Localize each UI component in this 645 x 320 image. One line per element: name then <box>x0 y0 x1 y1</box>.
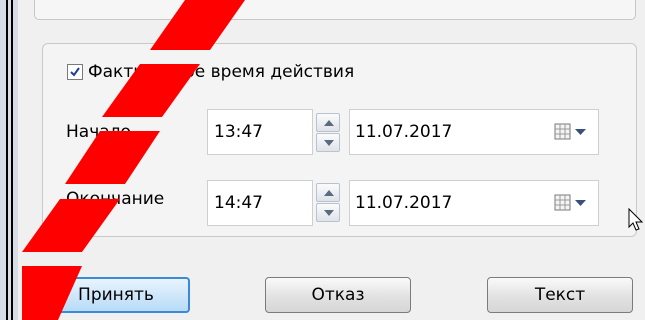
checkmark-icon <box>70 67 80 77</box>
start-time-down-button[interactable] <box>316 133 340 152</box>
spin-up-icon <box>324 190 334 196</box>
end-time-value: 14:47 <box>214 193 263 213</box>
mouse-cursor-icon <box>628 208 644 231</box>
end-time-spinner[interactable] <box>316 183 340 223</box>
actual-time-label: Фактическое время действия <box>88 62 355 82</box>
start-time-up-button[interactable] <box>316 113 340 132</box>
calendar-icon[interactable] <box>554 194 588 212</box>
window-edge <box>0 0 18 320</box>
top-panel <box>34 0 636 20</box>
start-date-input[interactable]: 11.07.2017 <box>349 109 599 155</box>
calendar-icon[interactable] <box>554 123 588 141</box>
start-label: Начало <box>66 122 131 142</box>
dropdown-arrow-icon <box>575 129 586 135</box>
end-date-value: 11.07.2017 <box>355 193 453 213</box>
end-label: Окончание <box>66 189 165 209</box>
end-time-down-button[interactable] <box>316 203 340 222</box>
start-date-value: 11.07.2017 <box>355 122 453 142</box>
text-button[interactable]: Текст <box>487 277 633 313</box>
actual-time-checkbox[interactable] <box>67 64 83 80</box>
actual-time-checkbox-row[interactable]: Фактическое время действия <box>67 61 354 83</box>
spin-down-icon <box>324 140 334 146</box>
start-time-spinner[interactable] <box>316 113 340 153</box>
start-time-value: 13:47 <box>214 122 263 142</box>
dropdown-arrow-icon <box>575 200 586 206</box>
accept-button[interactable]: Принять <box>42 277 190 313</box>
spin-up-icon <box>324 120 334 126</box>
end-date-input[interactable]: 11.07.2017 <box>349 180 599 226</box>
end-time-input[interactable]: 14:47 <box>207 180 313 226</box>
dialog-window: Фактическое время действия Начало 13:47 … <box>0 0 645 320</box>
spin-down-icon <box>324 210 334 216</box>
end-time-up-button[interactable] <box>316 183 340 202</box>
cancel-button[interactable]: Отказ <box>265 277 411 313</box>
start-time-input[interactable]: 13:47 <box>207 109 313 155</box>
